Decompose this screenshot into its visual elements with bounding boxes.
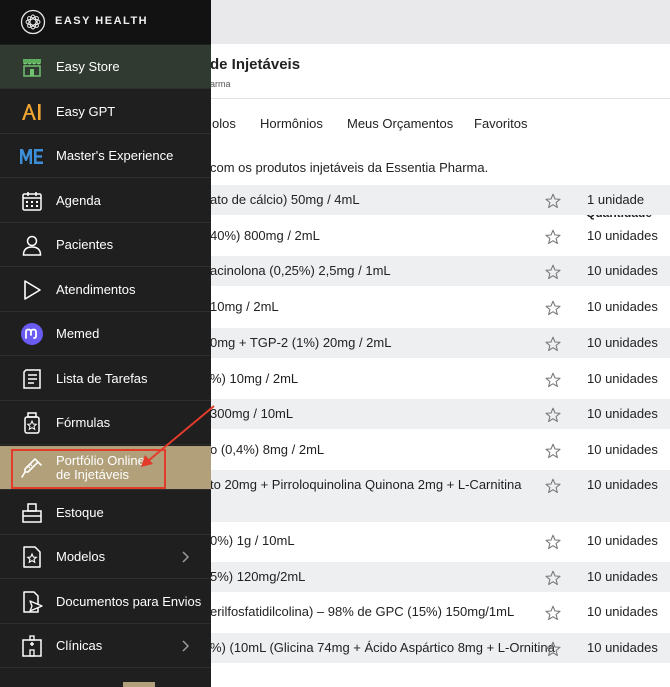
sidebar-item-partial[interactable] [0,669,211,687]
intro-text: com os produtos injetáveis da Essentia P… [210,160,489,175]
product-quantity: 1 unidade [587,192,645,207]
sidebar-item-agenda[interactable]: Agenda [0,179,211,223]
favorite-star-icon[interactable] [545,229,561,245]
product-name: 0mg + TGP-2 (1%) 20mg / 2mL [210,335,392,350]
circle-icon [20,679,44,687]
product-name: 300mg / 10mL [210,406,294,421]
sidebar-item-clinicas[interactable]: Clínicas [0,624,211,668]
sidebar-item-estoque[interactable]: Estoque [0,491,211,535]
product-quantity: 10 unidades [587,533,658,548]
product-quantity: 10 unidades [587,406,658,421]
brand-header[interactable]: EASY HEALTH [0,0,211,44]
favorite-star-icon[interactable] [545,605,561,621]
sidebar-item-easy-store[interactable]: Easy Store [0,45,211,89]
template-icon [23,546,41,568]
product-name: 5%) 120mg/2mL [210,569,306,584]
tab-protocols[interactable]: olos [212,116,236,131]
favorite-star-icon[interactable] [545,264,561,280]
store-icon [23,59,41,77]
sidebar-item-atendimentos[interactable]: Atendimentos [0,268,211,312]
page-subtitle: arma [210,79,231,89]
tab-hormones[interactable]: Hormônios [260,116,323,131]
sidebar-item-masters-experience[interactable]: Master's Experience [0,134,211,178]
favorite-star-icon[interactable] [545,478,561,494]
calendar-icon [22,192,42,211]
favorite-star-icon[interactable] [545,570,561,586]
sidebar-item-label: Clínicas [56,638,103,653]
favorite-star-icon[interactable] [545,641,561,657]
bottle-icon [24,412,40,434]
sidebar-item-label: Pacientes [56,237,114,252]
product-name: %) 10mg / 2mL [210,371,299,386]
boxes-icon [22,503,42,523]
send-document-icon [23,591,43,613]
sidebar-item-pacientes[interactable]: Pacientes [0,223,211,267]
sidebar-item-label: Easy GPT [56,104,116,119]
title-divider [210,98,670,99]
user-icon [22,235,42,256]
product-name: to 20mg + Pirroloquinolina Quinona 2mg +… [210,477,522,492]
ai-icon [22,104,41,120]
favorite-star-icon[interactable] [545,534,561,550]
product-quantity: 10 unidades [587,335,658,350]
sidebar-item-label: Agenda [56,193,101,208]
page-title: de Injetáveis [210,56,301,73]
product-name: 0%) 1g / 10mL [210,533,295,548]
sidebar-item-label: Memed [56,326,100,341]
memed-icon [21,323,43,345]
favorite-star-icon[interactable] [545,407,561,423]
easy-health-logo-icon [20,9,46,35]
play-icon [24,280,41,300]
sidebar-item-label: Portfólio Online de Injetáveis [56,453,145,482]
favorite-star-icon[interactable] [545,300,561,316]
product-quantity: 10 unidades [587,228,658,243]
me-icon [20,149,43,164]
favorite-star-icon[interactable] [545,193,561,209]
product-quantity: 10 unidades [587,299,658,314]
sidebar-item-portfolio-injetaveis[interactable]: Portfólio Online de Injetáveis [0,446,211,490]
product-name: erilfosfatidilcolina) – 98% de GPC (15%)… [210,604,515,619]
sidebar-item-label: Atendimentos [56,282,136,297]
product-quantity: 10 unidades [587,569,658,584]
sidebar-item-label: Easy Store [56,59,120,74]
favorite-star-icon[interactable] [545,443,561,459]
product-quantity: 10 unidades [587,604,658,619]
tab-favorites[interactable]: Favoritos [474,116,527,131]
chevron-right-icon [182,640,190,652]
favorite-star-icon[interactable] [545,372,561,388]
product-name: acinolona (0,25%) 2,5mg / 1mL [210,263,391,278]
checklist-icon [23,369,41,389]
product-name: ato de cálcio) 50mg / 4mL [210,192,360,207]
product-quantity: 10 unidades [587,477,658,492]
tab-my-quotes[interactable]: Meus Orçamentos [347,116,453,131]
product-name: 40%) 800mg / 2mL [210,228,320,243]
sidebar-item-label: Estoque [56,505,104,520]
sidebar-item-label: Master's Experience [56,148,174,163]
sidebar-item-label: Modelos [56,549,106,564]
sidebar-item-formulas[interactable]: Fórmulas [0,401,211,445]
product-name: %) (10mL (Glicina 74mg + Ácido Aspártico… [210,640,555,655]
chevron-right-icon [182,551,190,563]
product-name: o (0,4%) 8mg / 2mL [210,442,325,457]
sidebar-item-easy-gpt[interactable]: Easy GPT [0,90,211,134]
product-name: 10mg / 2mL [210,299,279,314]
sidebar-item-label: Fórmulas [56,415,111,430]
favorite-star-icon[interactable] [545,336,561,352]
sidebar-item-label: Documentos para Envios [56,594,202,609]
sidebar-item-label: Lista de Tarefas [56,371,148,386]
product-quantity: 10 unidades [587,640,658,655]
sidebar-item-memed[interactable]: Memed [0,312,211,356]
product-quantity: 10 unidades [587,263,658,278]
sidebar-item-documentos-para-envios[interactable]: Documentos para Envios [0,580,211,624]
brand-name: EASY HEALTH [55,15,149,27]
sidebar: EASY HEALTH Easy Store Easy GPT Master's… [0,0,211,687]
clinic-icon [22,635,42,657]
sidebar-item-lista-de-tarefas[interactable]: Lista de Tarefas [0,357,211,401]
product-quantity: 10 unidades [587,442,658,457]
sidebar-item-modelos[interactable]: Modelos [0,535,211,579]
syringe-icon [21,458,42,478]
product-quantity: 10 unidades [587,371,658,386]
new-badge [123,682,155,687]
